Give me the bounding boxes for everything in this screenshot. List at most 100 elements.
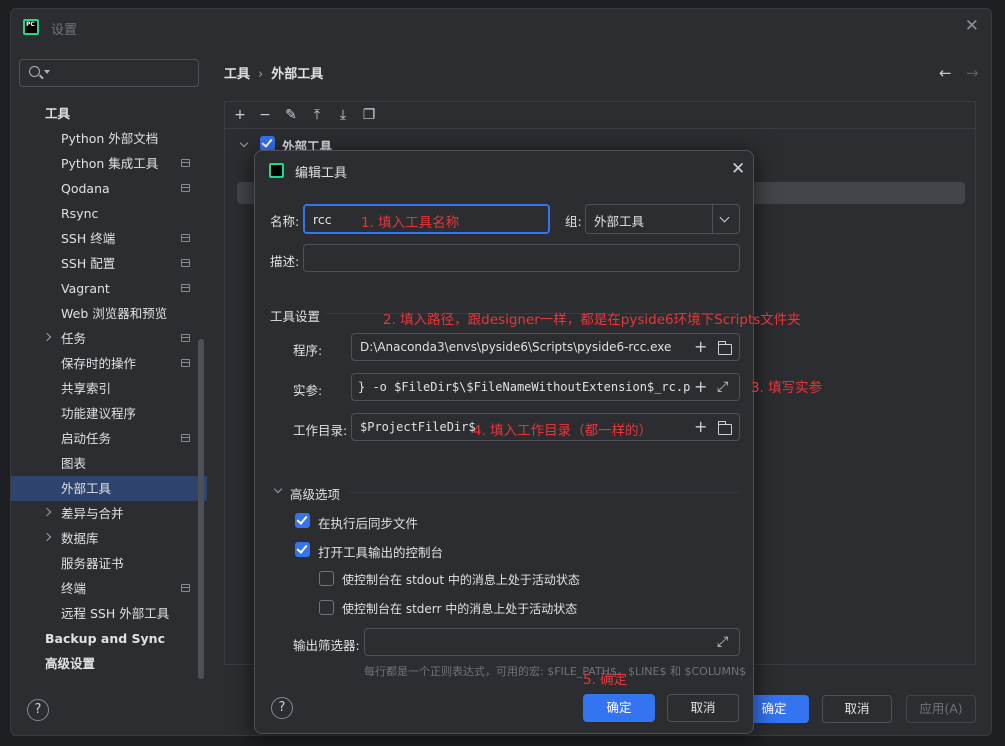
tree-item-ssh-terminal[interactable]: SSH 终端 [11, 226, 207, 251]
expand-icon[interactable]: ⤢ [717, 635, 728, 649]
expand-icon[interactable]: ⤢ [717, 380, 728, 394]
tree-item-external-tools[interactable]: 外部工具 [11, 476, 207, 501]
forward-arrow-icon[interactable]: → [966, 64, 979, 82]
chevron-right-icon[interactable] [42, 532, 52, 542]
tree-item-vagrant[interactable]: Vagrant [11, 276, 207, 301]
tree-item-diagrams[interactable]: 图表 [11, 451, 207, 476]
stdout-active-label: 使控制台在 stdout 中的消息上处于活动状态 [342, 573, 580, 587]
tree-item-advanced-settings[interactable]: 高级设置 [11, 651, 207, 676]
close-icon[interactable]: ✕ [731, 159, 745, 179]
folder-icon[interactable] [717, 341, 732, 355]
chevron-down-icon[interactable] [719, 212, 730, 223]
stderr-active-checkbox[interactable] [319, 600, 334, 615]
sync-files-label: 在执行后同步文件 [318, 516, 419, 531]
search-icon [29, 66, 40, 77]
insert-macro-icon[interactable]: + [694, 339, 707, 355]
project-settings-icon [181, 584, 190, 592]
project-settings-icon [181, 359, 190, 367]
open-console-checkbox[interactable] [295, 542, 310, 557]
output-filter-label: 输出筛选器: [293, 638, 360, 653]
tree-item-rsync[interactable]: Rsync [11, 201, 207, 226]
settings-cancel-button[interactable]: 取消 [822, 695, 892, 723]
annotation-2: 2. 填入路径，跟designer一样，都是在pyside6环境下Scripts… [383, 312, 801, 328]
insert-macro-icon[interactable]: + [694, 379, 707, 395]
project-settings-icon [181, 234, 190, 242]
arguments-label: 实参: [293, 383, 323, 398]
group-checkbox[interactable] [260, 136, 275, 151]
annotation-4: 4. 填入工作目录（都一样的） [473, 423, 653, 439]
add-icon[interactable]: + [231, 106, 249, 124]
project-settings-icon [181, 159, 190, 167]
edit-icon[interactable]: ✎ [282, 106, 300, 124]
divider [349, 492, 739, 493]
tree-item-remote-ssh-tools[interactable]: 远程 SSH 外部工具 [11, 601, 207, 626]
arguments-input[interactable]: } -o $FileDir$\$FileNameWithoutExtension… [351, 373, 740, 401]
stderr-active-label: 使控制台在 stderr 中的消息上处于活动状态 [342, 602, 578, 616]
move-up-icon[interactable]: ⤒ [308, 106, 326, 124]
arguments-value: } -o $FileDir$\$FileNameWithoutExtension… [358, 380, 698, 394]
chevron-down-icon[interactable] [273, 484, 283, 494]
tree-item-database[interactable]: 数据库 [11, 526, 207, 551]
tree-item-server-certs[interactable]: 服务器证书 [11, 551, 207, 576]
project-settings-icon [181, 434, 190, 442]
tree-item-startup-tasks[interactable]: 启动任务 [11, 426, 207, 451]
back-arrow-icon[interactable]: ← [939, 64, 952, 82]
tree-item-ssh-config[interactable]: SSH 配置 [11, 251, 207, 276]
tree-item-python-docs[interactable]: Python 外部文档 [11, 126, 207, 151]
tree-item-diff-merge[interactable]: 差异与合并 [11, 501, 207, 526]
annotation-1: 1. 填入工具名称 [361, 215, 460, 231]
settings-search-input[interactable] [19, 59, 199, 87]
breadcrumb-parent[interactable]: 工具 [224, 67, 250, 82]
folder-icon[interactable] [717, 421, 732, 435]
group-value: 外部工具 [594, 214, 645, 229]
tree-scrollbar[interactable] [198, 339, 204, 679]
program-label: 程序: [293, 343, 323, 358]
chevron-right-icon[interactable] [42, 507, 52, 517]
working-dir-value: $ProjectFileDir$ [360, 420, 476, 434]
advanced-options-label[interactable]: 高级选项 [290, 484, 340, 503]
chevron-down-icon [44, 70, 50, 74]
copy-icon[interactable]: ❐ [360, 106, 378, 124]
program-value: D:\Anaconda3\envs\pyside6\Scripts\pyside… [360, 340, 672, 354]
working-dir-label: 工作目录: [293, 423, 348, 438]
tools-toolbar: + − ✎ ⤒ ⤓ ❐ [225, 102, 975, 129]
group-select[interactable]: 外部工具 [585, 204, 740, 234]
tree-item-backup-sync[interactable]: Backup and Sync [11, 626, 207, 651]
project-settings-icon [181, 334, 190, 342]
tool-settings-label: 工具设置 [270, 309, 321, 324]
settings-apply-button[interactable]: 应用(A) [906, 695, 976, 723]
help-icon[interactable]: ? [271, 697, 293, 719]
tree-item-feature-suggester[interactable]: 功能建议程序 [11, 401, 207, 426]
dialog-cancel-button[interactable]: 取消 [667, 694, 739, 722]
move-down-icon[interactable]: ⤓ [334, 106, 352, 124]
insert-macro-icon[interactable]: + [694, 419, 707, 435]
tree-item-tasks[interactable]: 任务 [11, 326, 207, 351]
edit-tool-dialog: 编辑工具 ✕ 名称: rcc 1. 填入工具名称 组: 外部工具 描述: 工具设… [254, 150, 822, 734]
description-input[interactable] [303, 244, 740, 272]
chevron-right-icon[interactable] [42, 332, 52, 342]
help-icon[interactable]: ? [27, 699, 49, 721]
name-label: 名称: [270, 214, 300, 229]
output-filter-hint: 每行都是一个正则表达式，可用的宏: $FILE_PATH$、$LINE$ 和 $… [364, 665, 747, 678]
tree-item-qodana[interactable]: Qodana [11, 176, 207, 201]
tree-item-terminal[interactable]: 终端 [11, 576, 207, 601]
dialog-title: 编辑工具 [295, 166, 348, 181]
chevron-right-icon: › [258, 67, 264, 82]
chevron-down-icon[interactable] [239, 138, 249, 148]
output-filter-input[interactable]: ⤢ [364, 628, 740, 656]
stdout-active-checkbox[interactable] [319, 571, 334, 586]
tree-item-actions-on-save[interactable]: 保存时的操作 [11, 351, 207, 376]
breadcrumb-current: 外部工具 [271, 67, 324, 82]
open-console-label: 打开工具输出的控制台 [318, 545, 444, 560]
tree-item-tools[interactable]: 工具 [11, 101, 207, 126]
dialog-ok-button[interactable]: 确定 [583, 694, 655, 722]
tree-item-web-browsers[interactable]: Web 浏览器和预览 [11, 301, 207, 326]
remove-icon[interactable]: − [256, 106, 274, 124]
program-input[interactable]: D:\Anaconda3\envs\pyside6\Scripts\pyside… [351, 333, 740, 361]
breadcrumb: 工具 › 外部工具 [224, 63, 323, 82]
sync-files-checkbox[interactable] [295, 513, 310, 528]
tree-item-python-integrated[interactable]: Python 集成工具 [11, 151, 207, 176]
group-label: 组: [565, 214, 582, 229]
close-icon[interactable]: ✕ [965, 18, 979, 35]
tree-item-shared-indexes[interactable]: 共享索引 [11, 376, 207, 401]
